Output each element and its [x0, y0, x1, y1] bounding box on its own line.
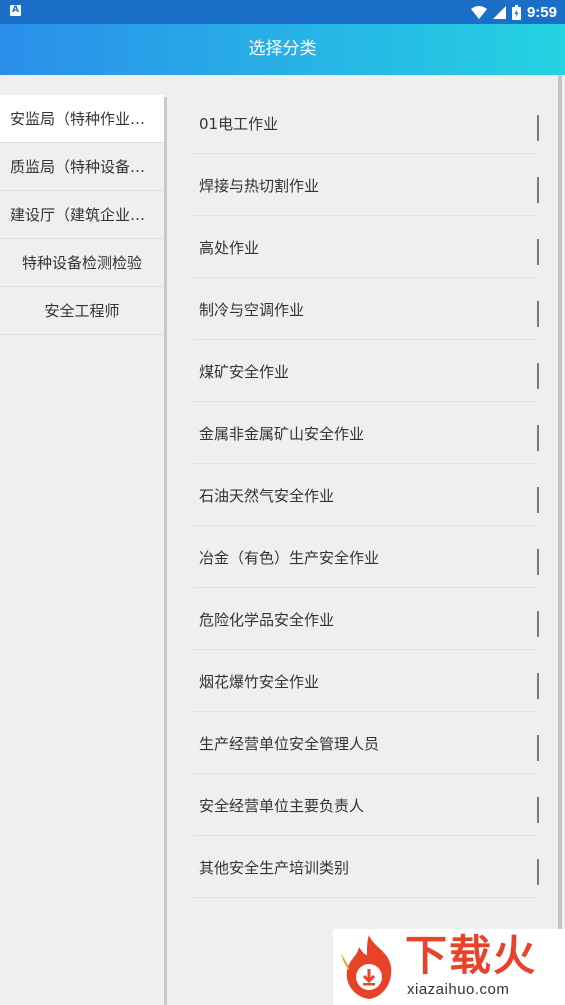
- list-item-label: 焊接与热切割作业: [199, 176, 320, 195]
- list-item[interactable]: 其他安全生产培训类别: [193, 837, 539, 898]
- list-item[interactable]: 焊接与热切割作业: [193, 155, 539, 216]
- list-item[interactable]: 危险化学品安全作业: [193, 589, 539, 650]
- subcategory-panel: 01电工作业 焊接与热切割作业 高处作业 制冷与空调作业 煤矿安全作业 金属非金…: [167, 75, 565, 1005]
- list-item-label: 金属非金属矿山安全作业: [199, 424, 365, 443]
- list-item[interactable]: 煤矿安全作业: [193, 341, 539, 402]
- list-item-label: 生产经营单位安全管理人员: [199, 734, 380, 753]
- list-item-indicator: [537, 301, 539, 327]
- list-item-indicator: [537, 363, 539, 389]
- list-item-indicator: [537, 487, 539, 513]
- notification-icon: A: [10, 5, 21, 16]
- list-item[interactable]: 高处作业: [193, 217, 539, 278]
- list-item[interactable]: 金属非金属矿山安全作业: [193, 403, 539, 464]
- list-item-indicator: [537, 239, 539, 265]
- status-bar: A 9:59: [0, 0, 565, 24]
- category-sidebar: 安监局（特种作业操作证） 质监局（特种设备作业人员） 建设厅（建筑企业从业人员）…: [0, 75, 164, 1005]
- list-item[interactable]: 安全经营单位主要负责人: [193, 775, 539, 836]
- list-item-label: 烟花爆竹安全作业: [199, 672, 320, 691]
- list-item-label: 制冷与空调作业: [199, 300, 305, 319]
- list-item-indicator: [537, 425, 539, 451]
- app-header: 选择分类: [0, 24, 565, 75]
- sidebar-item-label: 特种设备检测检验: [21, 254, 142, 272]
- sidebar-item-construction-dept[interactable]: 建设厅（建筑企业从业人员）: [0, 191, 164, 239]
- scrollbar[interactable]: [558, 75, 562, 930]
- list-item-label: 高处作业: [199, 238, 260, 257]
- flame-icon: [341, 935, 392, 999]
- list-item-label: 安全经营单位主要负责人: [199, 796, 365, 815]
- status-time: 9:59: [526, 3, 557, 21]
- signal-icon: [492, 5, 506, 19]
- sidebar-item-quality-bureau[interactable]: 质监局（特种设备作业人员）: [0, 143, 164, 191]
- subcategory-list: 01电工作业 焊接与热切割作业 高处作业 制冷与空调作业 煤矿安全作业 金属非金…: [193, 93, 539, 898]
- list-item-label: 煤矿安全作业: [199, 362, 290, 381]
- list-item-indicator: [537, 859, 539, 885]
- list-item-indicator: [537, 797, 539, 823]
- list-item-indicator: [537, 611, 539, 637]
- watermark-logo: 下载火 xiazaihuo.com: [333, 929, 565, 1005]
- list-item-label: 冶金（有色）生产安全作业: [199, 548, 380, 567]
- list-item-indicator: [537, 177, 539, 203]
- sidebar-item-safety-bureau[interactable]: 安监局（特种作业操作证）: [0, 95, 164, 143]
- list-item[interactable]: 01电工作业: [193, 93, 539, 154]
- list-item[interactable]: 制冷与空调作业: [193, 279, 539, 340]
- sidebar-item-label: 安监局（特种作业操作证）: [10, 110, 158, 128]
- watermark-brand: 下载火: [405, 931, 538, 980]
- status-icons: 9:59: [470, 3, 557, 21]
- list-item-indicator: [537, 115, 539, 141]
- battery-icon: [511, 4, 521, 20]
- sidebar-item-label: 建设厅（建筑企业从业人员）: [10, 206, 158, 224]
- list-item-label: 01电工作业: [199, 114, 279, 133]
- wifi-icon: [470, 5, 487, 19]
- list-item-label: 危险化学品安全作业: [199, 610, 335, 629]
- list-item-label: 其他安全生产培训类别: [199, 858, 350, 877]
- watermark-url: xiazaihuo.com: [407, 981, 510, 998]
- list-item[interactable]: 烟花爆竹安全作业: [193, 651, 539, 712]
- list-item-indicator: [537, 735, 539, 761]
- page-title: 选择分类: [248, 39, 317, 59]
- sidebar-item-safety-engineer[interactable]: 安全工程师: [0, 287, 164, 335]
- sidebar-item-equipment-inspection[interactable]: 特种设备检测检验: [0, 239, 164, 287]
- list-item[interactable]: 石油天然气安全作业: [193, 465, 539, 526]
- list-item[interactable]: 生产经营单位安全管理人员: [193, 713, 539, 774]
- sidebar-item-label: 安全工程师: [44, 302, 120, 320]
- list-item[interactable]: 冶金（有色）生产安全作业: [193, 527, 539, 588]
- list-item-indicator: [537, 549, 539, 575]
- list-item-indicator: [537, 673, 539, 699]
- sidebar-item-label: 质监局（特种设备作业人员）: [10, 158, 158, 176]
- list-item-label: 石油天然气安全作业: [199, 486, 335, 505]
